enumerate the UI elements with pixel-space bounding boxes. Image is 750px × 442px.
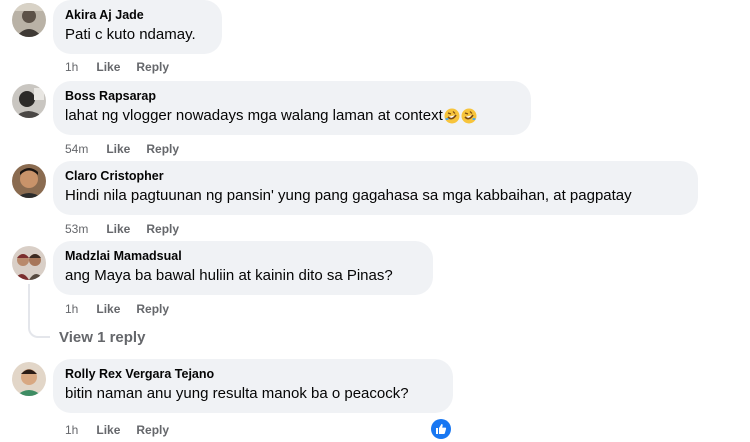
comment-time[interactable]: 1h [65, 302, 78, 316]
avatar[interactable] [12, 362, 46, 396]
reply-button[interactable]: Reply [136, 60, 169, 74]
like-button[interactable]: Like [96, 423, 120, 437]
rolling-on-floor-laughing-emoji [444, 108, 460, 124]
comment-text: lahat ng vlogger nowadays mga walang lam… [65, 107, 443, 124]
comment-author[interactable]: Boss Rapsarap [65, 88, 519, 104]
view-replies-link[interactable]: View 1 reply [59, 329, 145, 347]
like-button[interactable]: Like [96, 302, 120, 316]
comment-author[interactable]: Rolly Rex Vergara Tejano [65, 366, 441, 382]
comment-actions: 53m Like Reply [65, 222, 179, 236]
like-reaction-icon[interactable] [431, 419, 451, 439]
comment-bubble: Akira Aj Jade Pati c kuto ndamay. [53, 0, 222, 54]
reply-thread-line [28, 284, 50, 338]
comment-bubble: Madzlai Mamadsual ang Maya ba bawal huli… [53, 241, 433, 295]
like-button[interactable]: Like [106, 142, 130, 156]
comment-time[interactable]: 1h [65, 60, 78, 74]
comment-text: bitin naman anu yung resulta manok ba o … [65, 385, 409, 402]
comment-text-row: lahat ng vlogger nowadays mga walang lam… [65, 106, 519, 126]
comment-time[interactable]: 54m [65, 142, 88, 156]
reply-button[interactable]: Reply [146, 142, 179, 156]
comment-actions: 1h Like Reply [65, 60, 169, 74]
comment-text: ang Maya ba bawal huliin at kainin dito … [65, 267, 393, 284]
comment-time[interactable]: 1h [65, 423, 78, 437]
comment-time[interactable]: 53m [65, 222, 88, 236]
avatar[interactable] [12, 164, 46, 198]
comment-author[interactable]: Akira Aj Jade [65, 7, 210, 23]
rolling-on-floor-laughing-emoji [461, 108, 477, 124]
avatar[interactable] [12, 84, 46, 118]
reply-button[interactable]: Reply [146, 222, 179, 236]
comment-bubble: Boss Rapsarap lahat ng vlogger nowadays … [53, 81, 531, 135]
like-button[interactable]: Like [96, 60, 120, 74]
comment-actions: 54m Like Reply [65, 142, 179, 156]
comment-actions: 1h Like Reply [65, 302, 169, 316]
avatar[interactable] [12, 246, 46, 280]
comment-author[interactable]: Claro Cristopher [65, 168, 686, 184]
like-button[interactable]: Like [106, 222, 130, 236]
comment-text: Hindi nila pagtuunan ng pansin' yung pan… [65, 187, 632, 204]
reply-button[interactable]: Reply [136, 302, 169, 316]
comment-bubble: Claro Cristopher Hindi nila pagtuunan ng… [53, 161, 698, 215]
comment-actions: 1h Like Reply [65, 423, 169, 437]
reply-button[interactable]: Reply [136, 423, 169, 437]
comment-text: Pati c kuto ndamay. [65, 26, 196, 43]
avatar[interactable] [12, 3, 46, 37]
comment-author[interactable]: Madzlai Mamadsual [65, 248, 421, 264]
comment-bubble: Rolly Rex Vergara Tejano bitin naman anu… [53, 359, 453, 413]
thumbs-up-icon [436, 424, 447, 434]
